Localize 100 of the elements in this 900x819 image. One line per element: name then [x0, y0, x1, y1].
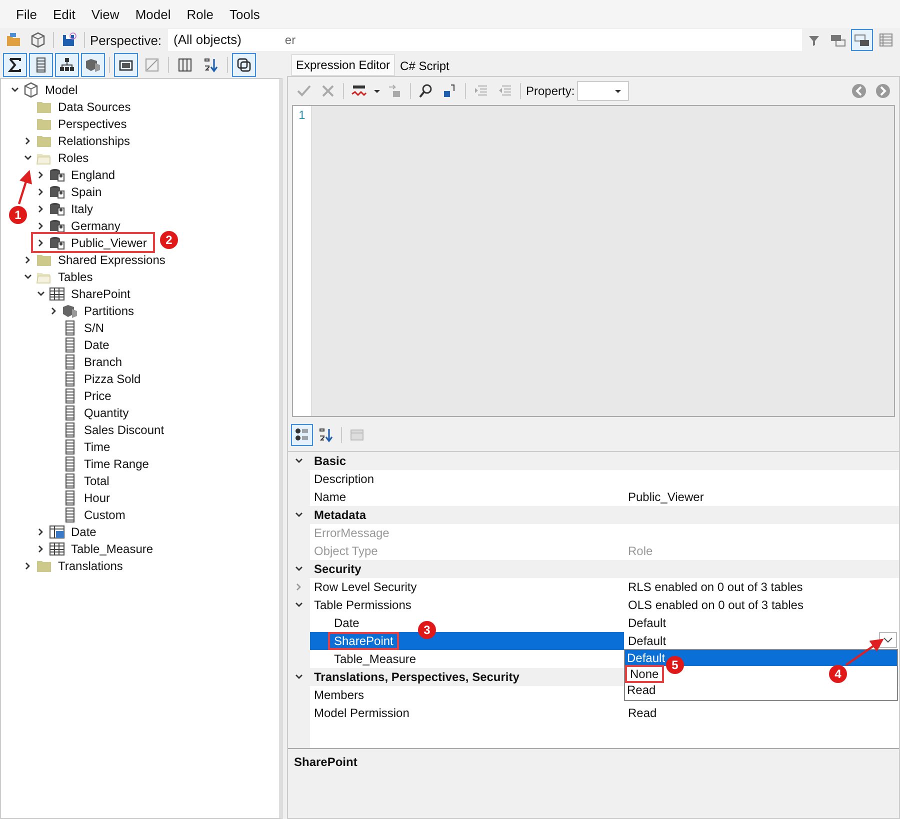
dropdown-button[interactable] — [879, 632, 897, 648]
chevron-down-icon — [883, 635, 893, 645]
property-value: Role — [628, 544, 653, 558]
tree-item[interactable]: Date — [71, 524, 96, 538]
tree-filter-button[interactable] — [114, 53, 138, 77]
tree-item[interactable]: Pizza Sold — [84, 372, 141, 386]
database-user-icon — [49, 234, 65, 250]
pages-icon — [349, 427, 365, 443]
property-value: Public_Viewer — [628, 490, 704, 504]
forward-icon — [875, 83, 891, 99]
cross-icon — [320, 83, 336, 99]
perspective-field[interactable]: (All objects) — [168, 29, 285, 51]
property-name: Table_Measure — [334, 652, 416, 666]
tree-item[interactable]: S/N — [84, 320, 104, 334]
menu-item[interactable]: Edit — [44, 6, 84, 22]
back-icon — [851, 83, 867, 99]
tree-item[interactable]: Quantity — [84, 406, 129, 420]
pointer-arrow — [845, 638, 884, 666]
check-icon — [296, 83, 312, 99]
tree-item[interactable]: England — [71, 168, 116, 182]
cubes-icon — [62, 302, 78, 318]
partial-text: er — [284, 29, 802, 51]
menu-item[interactable]: File — [8, 6, 45, 22]
search-icon — [418, 83, 434, 99]
caret-icon — [373, 87, 381, 95]
menu-item[interactable]: View — [83, 6, 128, 22]
tree-item[interactable]: Data Sources — [58, 100, 131, 114]
tree-item[interactable]: Perspectives — [58, 116, 127, 130]
tree-item[interactable]: Total — [84, 474, 110, 488]
database-user-icon — [49, 218, 65, 234]
tree-item[interactable]: Translations — [58, 558, 123, 572]
property-name: Date — [334, 616, 360, 630]
property-name: Description — [314, 472, 374, 486]
property-label: Property: — [526, 84, 575, 98]
caret-icon — [614, 87, 622, 95]
layout-a-icon — [830, 32, 846, 48]
cube-icon — [30, 32, 46, 48]
tree-filter-button[interactable] — [232, 53, 256, 77]
tree-item[interactable]: Shared Expressions — [58, 252, 166, 266]
tree-item[interactable]: Date — [84, 338, 110, 352]
tree-item[interactable]: Tables — [58, 270, 93, 284]
tree-item[interactable]: SharePoint — [71, 286, 130, 300]
property-name: Name — [314, 490, 346, 504]
property-value: Default — [628, 634, 666, 648]
tree-filter-button[interactable] — [29, 53, 53, 77]
cubes-icon — [85, 57, 101, 73]
categorized-button[interactable] — [291, 424, 313, 446]
database-user-icon — [49, 166, 65, 182]
line-number: 1 — [298, 107, 306, 122]
layout-b-icon — [854, 32, 870, 48]
tree-item[interactable]: Spain — [71, 184, 102, 198]
overlap-icon — [236, 57, 252, 73]
tree-item[interactable]: Model — [45, 82, 78, 96]
tree-item[interactable]: Partitions — [84, 304, 134, 318]
tree-item[interactable]: Sales Discount — [84, 422, 164, 436]
tree-item[interactable]: Germany — [71, 218, 120, 232]
sort-az-icon — [318, 427, 334, 443]
description-title: SharePoint — [294, 755, 358, 769]
property-value: Read — [628, 706, 657, 720]
tree-filter-button[interactable] — [55, 53, 79, 77]
tree-item[interactable]: Hour — [84, 490, 110, 504]
cube-icon — [23, 82, 39, 98]
menu-item[interactable]: Tools — [221, 6, 268, 22]
tree-item[interactable]: Public_Viewer — [71, 236, 147, 250]
columns-icon — [177, 57, 193, 73]
categorized-icon — [294, 427, 310, 443]
tab[interactable]: Expression Editor — [291, 54, 396, 76]
tree-item[interactable]: Time Range — [84, 456, 149, 470]
tree-item[interactable]: Price — [84, 388, 112, 402]
menu-item[interactable]: Role — [178, 6, 222, 22]
tree-filter-button[interactable] — [3, 53, 27, 77]
folder-open-icon — [6, 32, 22, 48]
tree-item[interactable]: Relationships — [58, 134, 130, 148]
tree-item[interactable]: Custom — [84, 508, 126, 522]
dax-icon — [351, 83, 367, 99]
menu-item[interactable]: Model — [127, 6, 179, 22]
table-icon — [49, 540, 65, 556]
category-header[interactable]: Metadata — [310, 506, 899, 524]
property-value: Default — [628, 616, 666, 630]
hierarchy-icon — [59, 57, 75, 73]
property-name: Members — [314, 688, 364, 702]
property-value: RLS enabled on 0 out of 3 tables — [628, 580, 803, 594]
tree-item[interactable]: Branch — [84, 354, 122, 368]
tree-item[interactable]: Roles — [58, 150, 89, 164]
category-header[interactable]: Security — [310, 560, 899, 578]
list-icon — [878, 32, 894, 48]
property-name: Row Level Security — [314, 580, 417, 594]
property-name: Model Permission — [314, 706, 410, 720]
tree-item[interactable]: Table_Measure — [71, 542, 154, 556]
tree-item[interactable]: Time — [84, 440, 110, 454]
pointer-arrow — [18, 170, 32, 204]
table-icon — [49, 286, 65, 302]
property-value: OLS enabled on 0 out of 3 tables — [628, 598, 804, 612]
view-toggle-button[interactable] — [851, 29, 873, 51]
category-header[interactable]: Basic — [310, 452, 899, 470]
sort-az-icon — [203, 57, 219, 73]
sigma-icon — [7, 57, 23, 73]
tree-item[interactable]: Italy — [71, 202, 94, 216]
property-name: Table Permissions — [314, 598, 412, 612]
perspective-label: Perspective: — [90, 32, 162, 48]
